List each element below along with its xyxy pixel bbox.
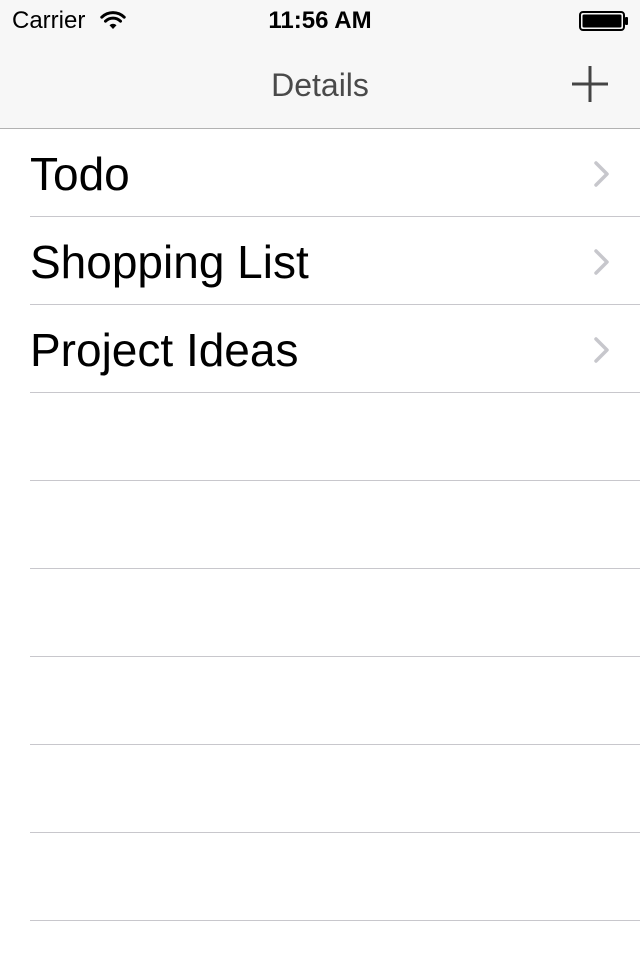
list-item-label: Shopping List (30, 236, 309, 288)
chevron-right-icon (594, 337, 609, 363)
chevron-right-icon (594, 249, 609, 275)
add-button[interactable] (566, 60, 614, 108)
empty-row (0, 833, 640, 921)
list-item-label: Project Ideas (30, 324, 299, 376)
screen: Carrier 11:56 AM Details Todo Shopping L… (0, 0, 640, 960)
battery-icon (579, 11, 628, 31)
empty-row (0, 569, 640, 657)
empty-row (0, 745, 640, 833)
plus-icon (572, 66, 608, 102)
list-item-label: Todo (30, 148, 130, 200)
list-item-shopping-list[interactable]: Shopping List (0, 217, 640, 305)
list-item-project-ideas[interactable]: Project Ideas (0, 305, 640, 393)
list-item-todo[interactable]: Todo (0, 129, 640, 217)
status-time: 11:56 AM (268, 7, 372, 34)
navigation-bar: Details (0, 40, 640, 129)
empty-row (0, 393, 640, 481)
page-title: Details (271, 67, 369, 103)
empty-row (0, 481, 640, 569)
status-bar: Carrier 11:56 AM (0, 0, 640, 40)
chevron-right-icon (594, 161, 609, 187)
list-table: Todo Shopping List Project Ideas (0, 129, 640, 921)
empty-row (0, 657, 640, 745)
